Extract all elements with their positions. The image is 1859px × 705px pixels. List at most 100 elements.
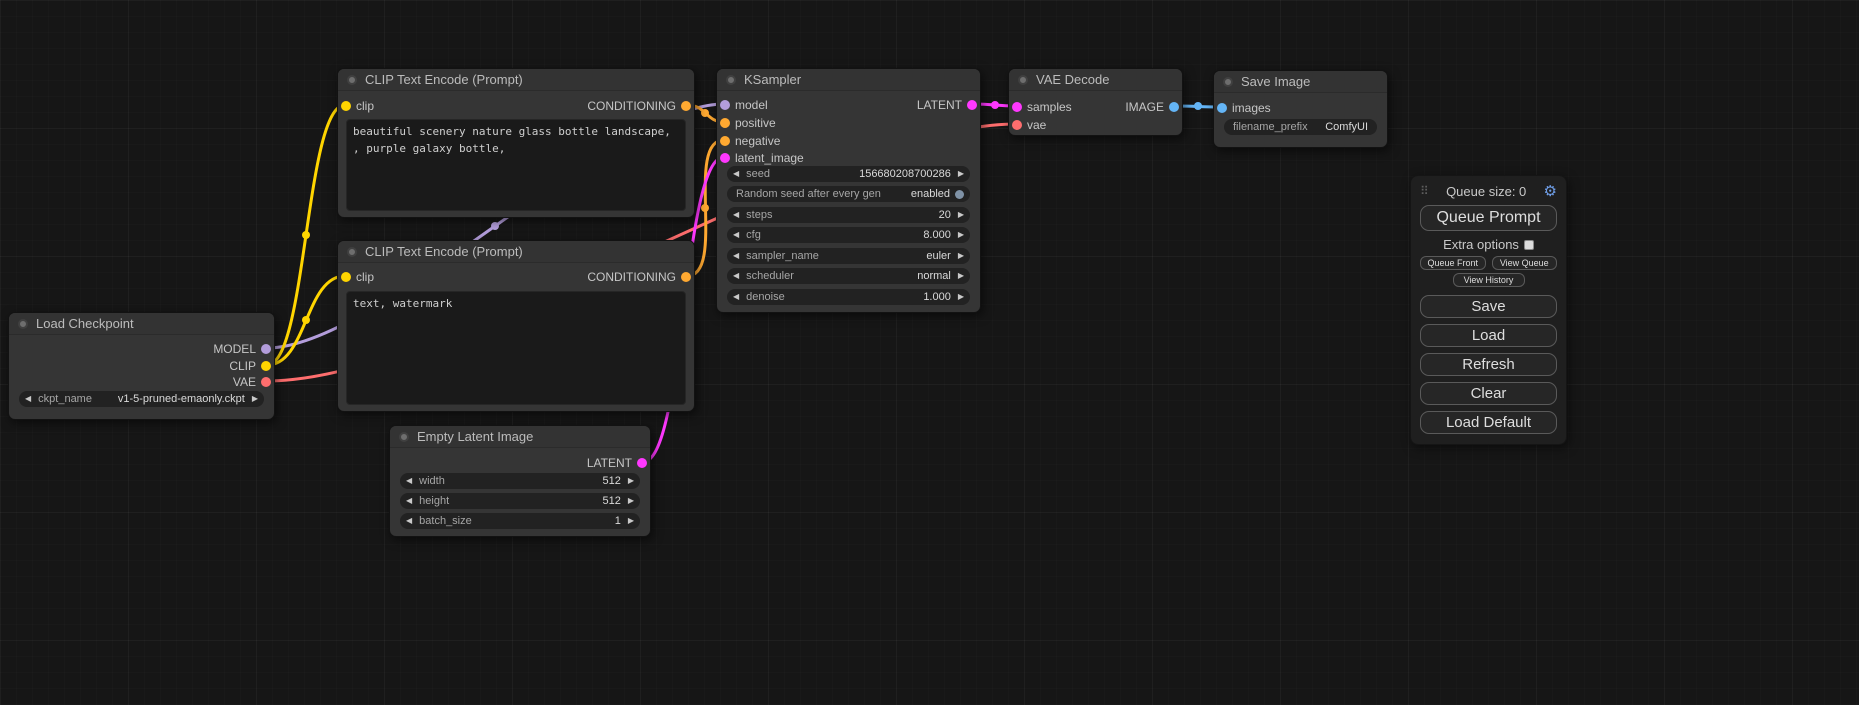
decrement-arrow-icon[interactable]: ◀ (733, 272, 739, 280)
increment-arrow-icon[interactable]: ▶ (958, 211, 964, 219)
decrement-arrow-icon[interactable]: ◀ (406, 477, 412, 485)
node-title-bar[interactable]: KSampler (717, 69, 980, 91)
node-title-bar[interactable]: CLIP Text Encode (Prompt) (338, 69, 694, 91)
queue-front-button[interactable]: Queue Front (1420, 256, 1486, 270)
node-vae-decode[interactable]: VAE Decode samples vae IMAGE (1008, 68, 1183, 136)
increment-arrow-icon[interactable]: ▶ (958, 252, 964, 260)
widget-seed[interactable]: ◀ seed 156680208700286 ▶ (727, 166, 970, 182)
slot-dot-conditioning[interactable] (681, 101, 691, 111)
increment-arrow-icon[interactable]: ▶ (958, 231, 964, 239)
collapse-dot[interactable] (347, 75, 357, 85)
slot-dot-latent[interactable] (637, 458, 647, 468)
decrement-arrow-icon[interactable]: ◀ (733, 252, 739, 260)
slot-dot-conditioning[interactable] (681, 272, 691, 282)
widget-height[interactable]: ◀ height 512 ▶ (400, 493, 640, 509)
widget-random-seed-toggle[interactable]: Random seed after every gen enabled (727, 186, 970, 202)
collapse-dot[interactable] (18, 319, 28, 329)
decrement-arrow-icon[interactable]: ◀ (733, 170, 739, 178)
queue-menu-panel[interactable]: ⠿ Queue size: 0 ⚙ Queue Prompt Extra opt… (1410, 175, 1567, 445)
view-history-button[interactable]: View History (1453, 273, 1525, 287)
save-button[interactable]: Save (1420, 295, 1557, 318)
widget-sampler-name[interactable]: ◀ sampler_name euler ▶ (727, 248, 970, 264)
slot-dot-model[interactable] (261, 344, 271, 354)
widget-steps[interactable]: ◀ steps 20 ▶ (727, 207, 970, 223)
node-empty-latent-image[interactable]: Empty Latent Image LATENT ◀ width 512 ▶ … (389, 425, 651, 537)
settings-gear-icon[interactable]: ⚙ (1544, 184, 1557, 199)
clear-button[interactable]: Clear (1420, 382, 1557, 405)
extra-options-checkbox[interactable] (1524, 240, 1534, 250)
queue-prompt-button[interactable]: Queue Prompt (1420, 205, 1557, 231)
view-queue-button[interactable]: View Queue (1492, 256, 1558, 270)
widget-batch-size[interactable]: ◀ batch_size 1 ▶ (400, 513, 640, 529)
slot-dot-samples[interactable] (1012, 102, 1022, 112)
widget-cfg[interactable]: ◀ cfg 8.000 ▶ (727, 227, 970, 243)
slot-dot-vae[interactable] (1012, 120, 1022, 130)
prompt-textarea[interactable]: beautiful scenery nature glass bottle la… (346, 119, 686, 211)
load-button[interactable]: Load (1420, 324, 1557, 347)
slot-dot-clip[interactable] (261, 361, 271, 371)
refresh-button[interactable]: Refresh (1420, 353, 1557, 376)
widget-value: 20 (939, 209, 951, 221)
node-title-bar[interactable]: Empty Latent Image (390, 426, 650, 448)
input-slot-clip: clip (338, 270, 374, 284)
widget-denoise[interactable]: ◀ denoise 1.000 ▶ (727, 289, 970, 305)
node-clip-text-encode-positive[interactable]: CLIP Text Encode (Prompt) clip CONDITION… (337, 68, 695, 218)
drag-handle-icon[interactable]: ⠿ (1420, 184, 1429, 198)
collapse-dot[interactable] (726, 75, 736, 85)
decrement-arrow-icon[interactable]: ◀ (733, 293, 739, 301)
node-ksampler[interactable]: KSampler model positive negative latent_… (716, 68, 981, 313)
input-slot-clip: clip (338, 99, 374, 113)
collapse-dot[interactable] (399, 432, 409, 442)
increment-arrow-icon[interactable]: ▶ (958, 170, 964, 178)
increment-arrow-icon[interactable]: ▶ (628, 497, 634, 505)
prompt-textarea[interactable]: text, watermark (346, 291, 686, 405)
slot-dot-image[interactable] (1169, 102, 1179, 112)
node-save-image[interactable]: Save Image images filename_prefix ComfyU… (1213, 70, 1388, 148)
slot-dot-latent[interactable] (967, 100, 977, 110)
decrement-arrow-icon[interactable]: ◀ (406, 497, 412, 505)
increment-arrow-icon[interactable]: ▶ (628, 517, 634, 525)
increment-arrow-icon[interactable]: ▶ (628, 477, 634, 485)
increment-arrow-icon[interactable]: ▶ (958, 293, 964, 301)
node-title-bar[interactable]: Load Checkpoint (9, 313, 274, 335)
input-slot-latent-image: latent_image (717, 151, 804, 165)
slot-dot-images[interactable] (1217, 103, 1227, 113)
widget-width[interactable]: ◀ width 512 ▶ (400, 473, 640, 489)
node-title-bar[interactable]: VAE Decode (1009, 69, 1182, 91)
action-buttons: Save Load Refresh Clear Load Default (1420, 295, 1557, 434)
slot-dot-latent-image[interactable] (720, 153, 730, 163)
slot-label: LATENT (917, 98, 962, 112)
collapse-dot[interactable] (347, 247, 357, 257)
widget-filename-prefix[interactable]: filename_prefix ComfyUI (1224, 119, 1377, 135)
widget-ckpt-name[interactable]: ◀ ckpt_name v1-5-pruned-emaonly.ckpt ▶ (19, 391, 264, 407)
decrement-arrow-icon[interactable]: ◀ (25, 395, 31, 403)
slot-dot-clip[interactable] (341, 272, 351, 282)
wire-midpoint-dot (701, 204, 709, 212)
wire-midpoint-dot (701, 109, 709, 117)
collapse-dot[interactable] (1223, 77, 1233, 87)
load-default-button[interactable]: Load Default (1420, 411, 1557, 434)
slot-dot-model[interactable] (720, 100, 730, 110)
increment-arrow-icon[interactable]: ▶ (958, 272, 964, 280)
widget-label: steps (746, 209, 772, 221)
node-load-checkpoint[interactable]: Load Checkpoint MODEL CLIP VAE ◀ ckpt_na… (8, 312, 275, 420)
increment-arrow-icon[interactable]: ▶ (252, 395, 258, 403)
widget-label: Random seed after every gen (736, 188, 881, 200)
decrement-arrow-icon[interactable]: ◀ (733, 211, 739, 219)
slot-dot-vae[interactable] (261, 377, 271, 387)
widget-scheduler[interactable]: ◀ scheduler normal ▶ (727, 268, 970, 284)
slot-dot-clip[interactable] (341, 101, 351, 111)
slot-dot-positive[interactable] (720, 118, 730, 128)
node-title: KSampler (744, 72, 801, 87)
node-title-bar[interactable]: Save Image (1214, 71, 1387, 93)
slot-label: model (735, 98, 768, 112)
node-clip-text-encode-negative[interactable]: CLIP Text Encode (Prompt) clip CONDITION… (337, 240, 695, 412)
widget-value: 512 (602, 495, 620, 507)
node-title-bar[interactable]: CLIP Text Encode (Prompt) (338, 241, 694, 263)
slot-dot-negative[interactable] (720, 136, 730, 146)
decrement-arrow-icon[interactable]: ◀ (733, 231, 739, 239)
toggle-dot[interactable] (955, 190, 964, 199)
collapse-dot[interactable] (1018, 75, 1028, 85)
decrement-arrow-icon[interactable]: ◀ (406, 517, 412, 525)
graph-canvas[interactable]: Load Checkpoint MODEL CLIP VAE ◀ ckpt_na… (0, 0, 1859, 705)
